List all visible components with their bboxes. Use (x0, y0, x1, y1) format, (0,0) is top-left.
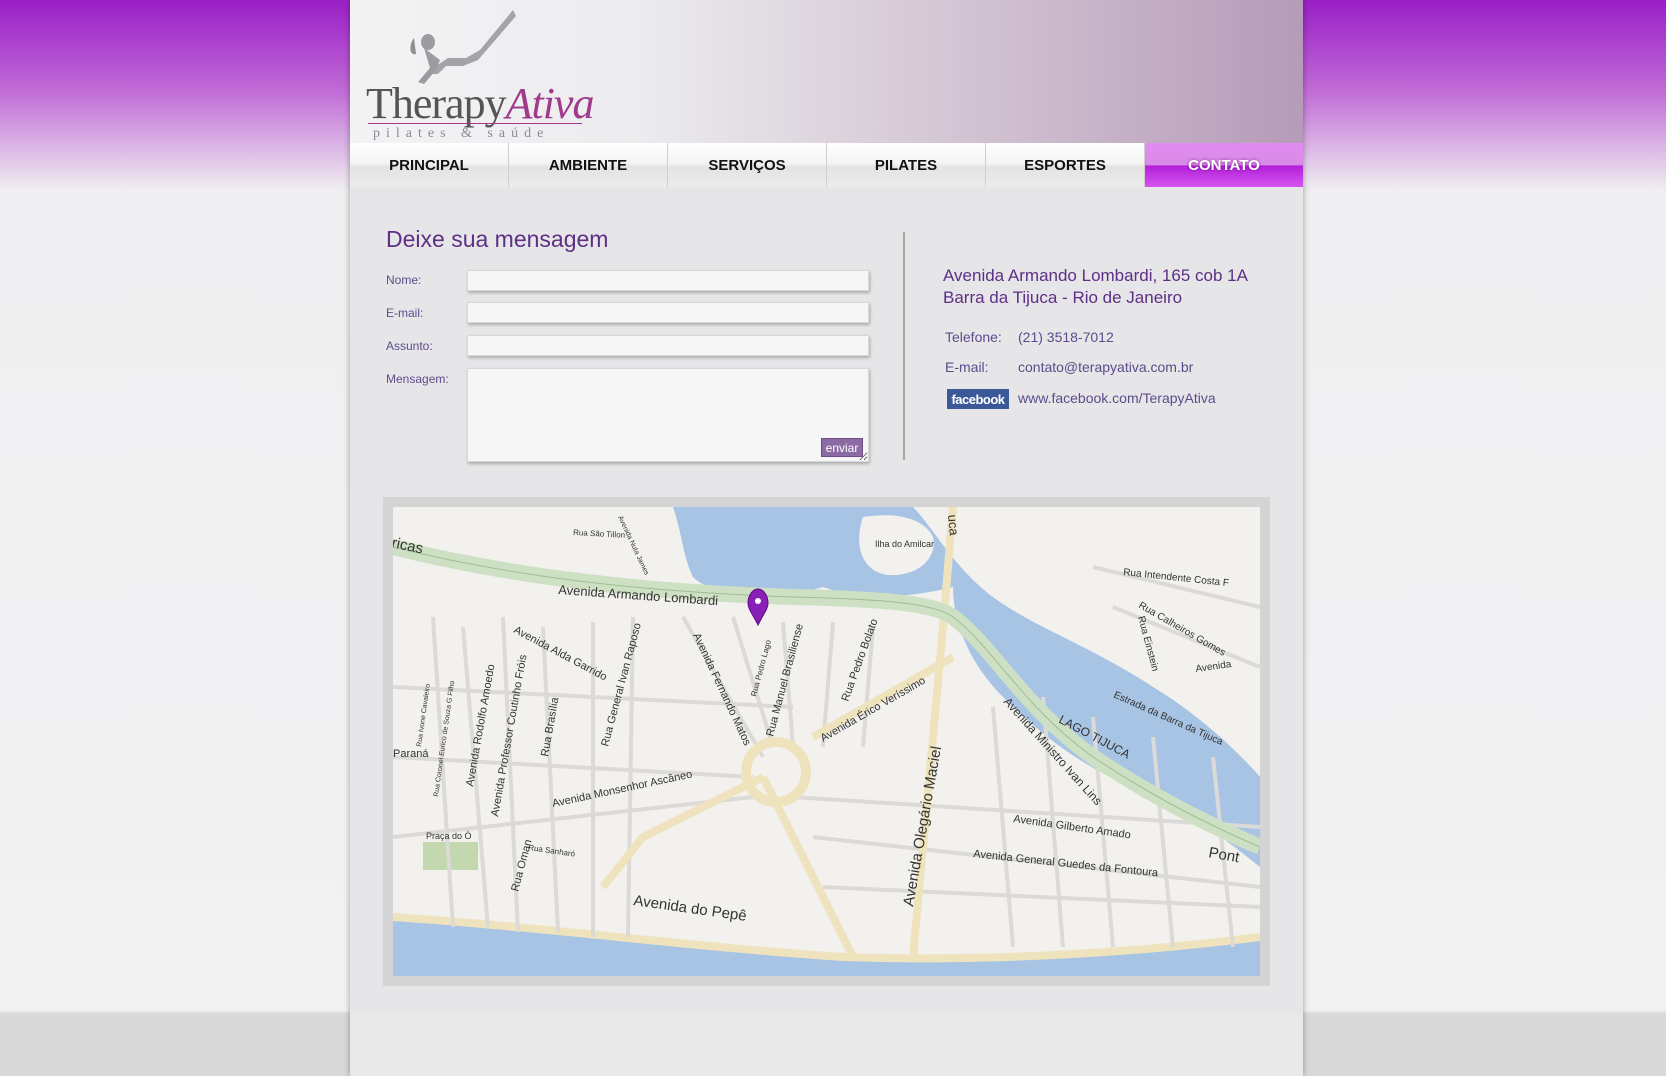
address-line-1: Avenida Armando Lombardi, 165 cob 1A (943, 266, 1248, 285)
street-label: Rua São Tillon (573, 528, 625, 540)
street-label: Avenida Nuta James (616, 515, 650, 577)
contact-email-label: E-mail: (945, 359, 989, 375)
footer-band (350, 1014, 1303, 1076)
name-label: Nome: (386, 273, 422, 287)
nav-item-principal[interactable]: PRINCIPAL (350, 143, 509, 187)
place-label: Praça do Ó (426, 831, 472, 841)
logo-wordmark: TherapyAtiva (366, 79, 594, 128)
message-field[interactable] (467, 368, 869, 462)
contact-email-link[interactable]: contato@terapyativa.com.br (1018, 359, 1193, 375)
nav-item-servicos[interactable]: SERVIÇOS (668, 143, 827, 187)
place-label: Ilha do Amilcar (875, 539, 934, 549)
logo-underline (368, 123, 582, 124)
street-label: uca (945, 514, 962, 537)
street-label: Rua Pedro Bolato (840, 617, 881, 703)
name-field[interactable] (467, 270, 869, 291)
street-label: Avenida Monsenhor Ascâneo (551, 768, 693, 809)
street-label: Rua Sanharó (528, 843, 576, 859)
street-label: Avenida Érico Veríssimo (818, 674, 928, 745)
email-label: E-mail: (386, 306, 424, 320)
send-button[interactable]: enviar (821, 438, 863, 457)
nav-item-pilates[interactable]: PILATES (827, 143, 986, 187)
header: TherapyAtiva pilates & saúde (350, 0, 1303, 143)
location-pin-icon[interactable] (747, 588, 769, 627)
nav-item-ambiente[interactable]: AMBIENTE (509, 143, 668, 187)
main-nav: PRINCIPAL AMBIENTE SERVIÇOS PILATES ESPO… (350, 143, 1303, 187)
subject-label: Assunto: (386, 339, 433, 353)
email-field[interactable] (467, 302, 869, 323)
street-label: Avenida (1195, 659, 1233, 675)
form-title: Deixe sua mensagem (386, 226, 609, 252)
pilates-figure-icon (410, 10, 516, 84)
nav-item-contato[interactable]: CONTATO (1145, 143, 1303, 187)
street-label: Avenida do Pepê (632, 892, 747, 925)
facebook-icon[interactable]: facebook (947, 389, 1009, 409)
phone-value: (21) 3518-7012 (1018, 329, 1114, 345)
nav-item-esportes[interactable]: ESPORTES (986, 143, 1145, 187)
logo-tagline: pilates & saúde (373, 126, 550, 141)
address-line-2: Barra da Tijuca - Rio de Janeiro (943, 288, 1183, 307)
street-label: Avenida General Guedes da Fontoura (973, 848, 1160, 879)
street-label: Rua General Ivan Raposo (599, 622, 644, 748)
map-frame: Avenida Armando Lombardi Avenida Alda Ga… (383, 497, 1270, 986)
street-label: Rua Brasília (539, 696, 561, 758)
map-canvas: Avenida Armando Lombardi Avenida Alda Ga… (393, 507, 1260, 976)
subject-field[interactable] (467, 335, 869, 356)
logo[interactable]: TherapyAtiva pilates & saúde (358, 8, 594, 141)
vertical-divider (903, 232, 905, 460)
location-map[interactable]: Avenida Armando Lombardi Avenida Alda Ga… (393, 507, 1260, 976)
street-label: Paraná (393, 748, 429, 760)
message-label: Mensagem: (386, 372, 449, 386)
facebook-link[interactable]: www.facebook.com/TerapyAtiva (1018, 390, 1216, 406)
roundabout (741, 737, 811, 807)
street-label: Rua Pedro Lago (749, 638, 773, 697)
street-label: Rua Ivone Cavaleiro (416, 683, 432, 747)
phone-label: Telefone: (945, 329, 1002, 345)
page-container: TherapyAtiva pilates & saúde PRINCIPAL A… (350, 0, 1303, 1076)
